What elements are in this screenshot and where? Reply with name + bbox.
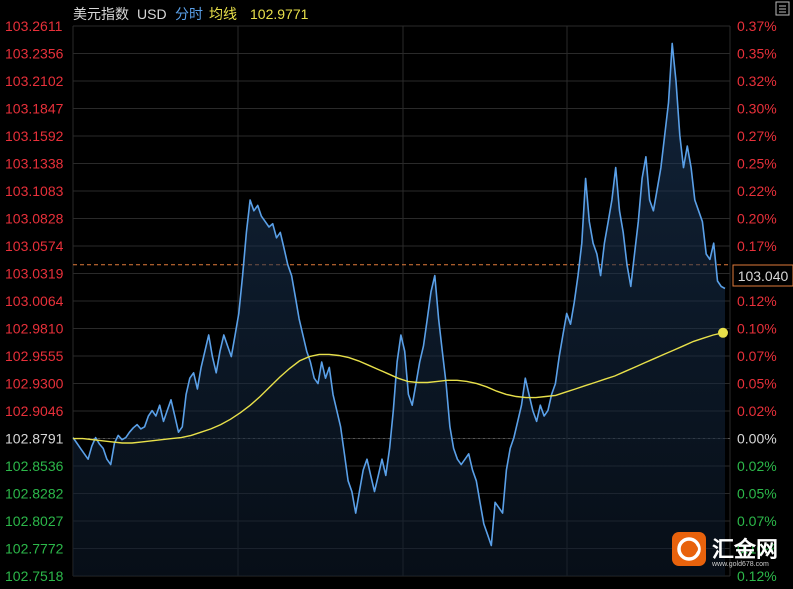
y-tick-left: 103.2356 [5, 46, 64, 62]
y-tick-left: 102.9300 [5, 376, 64, 392]
avg-value: 102.9771 [250, 6, 309, 22]
y-tick-right: 0.35% [737, 46, 777, 62]
y-tick-right: 0.37% [737, 18, 777, 34]
y-tick-left: 102.8791 [5, 431, 64, 447]
y-tick-right: 0.10% [737, 321, 777, 337]
y-tick-right: 0.07% [737, 513, 777, 529]
chart-header: 美元指数 USD 分时 均线 102.9771 [73, 6, 309, 22]
current-price-label: 103.040 [738, 268, 789, 284]
y-tick-right: 0.17% [737, 238, 777, 254]
y-tick-right: 0.20% [737, 211, 777, 227]
y-tick-left: 103.0064 [5, 293, 64, 309]
watermark-name: 汇金网 [712, 537, 778, 562]
intraday-chart: 103.2611 103.2356 103.2102 103.1847 103.1592… [0, 0, 793, 589]
y-tick-left: 102.9555 [5, 348, 64, 364]
y-tick-left: 103.1847 [5, 101, 64, 117]
y-tick-left: 102.9810 [5, 321, 64, 337]
currency-label: USD [137, 6, 167, 22]
y-tick-left: 102.8282 [5, 486, 64, 502]
y-tick-right: 0.22% [737, 183, 777, 199]
watermark-url: www.gold678.com [711, 561, 769, 568]
y-tick-left: 103.1338 [5, 156, 64, 172]
right-percent-axis: 0.37% 0.35% 0.32% 0.30% 0.27% 0.25% 0.22% 0.20%… [737, 18, 777, 584]
watermark: 汇金网 www.gold678.com [672, 532, 778, 568]
y-tick-left: 103.2611 [5, 18, 63, 34]
huijin-logo [672, 532, 706, 566]
y-tick-left: 103.0574 [5, 238, 64, 254]
index-name: 美元指数 [73, 6, 129, 22]
y-tick-left: 103.0828 [5, 211, 64, 227]
y-tick-left: 103.2102 [5, 73, 64, 89]
y-tick-left: 102.7518 [5, 568, 64, 584]
y-tick-right: 0.12% [737, 293, 777, 309]
y-tick-right: 0.30% [737, 101, 777, 117]
y-tick-right: 0.07% [737, 348, 777, 364]
y-tick-right: 0.27% [737, 128, 777, 144]
y-tick-right: 0.25% [737, 156, 777, 172]
y-tick-left: 103.1083 [5, 183, 64, 199]
y-tick-right: 0.05% [737, 486, 777, 502]
y-tick-left: 103.0319 [5, 266, 64, 282]
current-price-tag: 103.040 [732, 264, 793, 287]
mode-label[interactable]: 分时 [175, 6, 203, 22]
y-tick-right: 0.02% [737, 458, 777, 474]
y-tick-right: 0.00% [737, 431, 777, 447]
y-tick-left: 102.8027 [5, 513, 64, 529]
y-tick-left: 102.8536 [5, 458, 64, 474]
y-tick-right: 0.32% [737, 73, 777, 89]
left-price-axis: 103.2611 103.2356 103.2102 103.1847 103.1592… [5, 18, 64, 584]
avg-label: 均线 [209, 6, 237, 22]
y-tick-left: 102.9046 [5, 403, 64, 419]
y-tick-right: 0.02% [737, 403, 777, 419]
y-tick-right: 0.05% [737, 376, 777, 392]
y-tick-left: 102.7772 [5, 541, 64, 557]
average-end-dot [718, 327, 728, 338]
y-tick-left: 103.1592 [5, 128, 64, 144]
